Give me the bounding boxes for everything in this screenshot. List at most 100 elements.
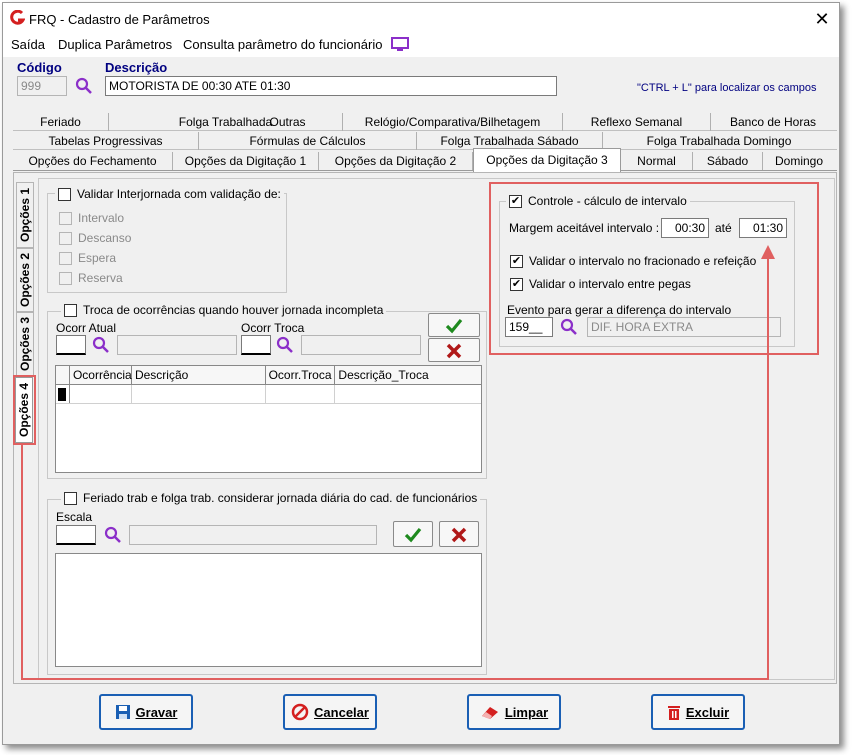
close-button[interactable]: ✕ xyxy=(809,7,835,31)
margem-from-input[interactable]: 00:30 xyxy=(661,218,709,238)
controle-label: Controle - cálculo de intervalo xyxy=(528,194,687,208)
descanso-checkbox[interactable] xyxy=(59,231,72,245)
opt-fracionado[interactable]: ✔ Validar o intervalo no fracionado e ref… xyxy=(510,254,756,268)
tab-folga-domingo[interactable]: Folga Trabalhada Domingo xyxy=(603,132,835,150)
tab-normal[interactable]: Normal xyxy=(621,152,693,170)
grid-header: Ocorrência Descrição Ocorr.Troca Descriç… xyxy=(56,366,481,385)
controle-checkbox[interactable]: ✔ xyxy=(509,194,522,208)
evento-code-input[interactable]: 159__ xyxy=(505,317,553,337)
entre-pegas-checkbox[interactable]: ✔ xyxy=(510,277,523,291)
troca-checkbox[interactable] xyxy=(64,303,77,317)
search-icon[interactable] xyxy=(92,336,110,354)
opt-entre-pegas[interactable]: ✔ Validar o intervalo entre pegas xyxy=(510,277,691,291)
escala-desc xyxy=(129,525,377,545)
codigo-label: Código xyxy=(17,60,62,75)
tab-row-3: Opções do Fechamento Opções da Digitação… xyxy=(13,148,837,172)
ocorr-atual-input[interactable] xyxy=(56,335,86,355)
ocorr-troca-desc xyxy=(301,335,421,355)
tab-opcoes-digitacao-3[interactable]: Opções da Digitação 3 xyxy=(473,148,621,172)
col-descricao[interactable]: Descrição xyxy=(132,366,266,384)
search-icon[interactable] xyxy=(75,77,93,95)
escala-delete-button[interactable] xyxy=(439,521,479,547)
tab-opcoes-digitacao-2[interactable]: Opções da Digitação 2 xyxy=(319,152,473,170)
tab-formulas-calculos[interactable]: Fórmulas de Cálculos xyxy=(199,132,417,150)
search-icon[interactable] xyxy=(276,336,294,354)
codigo-input[interactable]: 999 xyxy=(17,76,67,96)
menu-consulta[interactable]: Consulta parâmetro do funcionário xyxy=(183,37,382,52)
tab-opcoes-digitacao-1[interactable]: Opções da Digitação 1 xyxy=(173,152,319,170)
tab-outras[interactable]: Outras xyxy=(233,113,343,131)
tab-domingo[interactable]: Domingo xyxy=(763,152,835,170)
col-ocorr-troca[interactable]: Ocorr.Troca xyxy=(266,366,336,384)
tab-feriado[interactable]: Feriado xyxy=(13,113,109,131)
search-icon[interactable] xyxy=(104,526,122,544)
tab-tabelas-progressivas[interactable]: Tabelas Progressivas xyxy=(13,132,199,150)
opt-espera[interactable]: Espera xyxy=(59,251,116,265)
app-logo-icon xyxy=(10,10,25,25)
excluir-button[interactable]: Excluir xyxy=(651,694,745,730)
tab-opcoes-fechamento[interactable]: Opções do Fechamento xyxy=(13,152,173,170)
tab-sabado[interactable]: Sábado xyxy=(693,152,763,170)
window-title: FRQ - Cadastro de Parâmetros xyxy=(29,12,210,27)
feriado-label: Feriado trab e folga trab. considerar jo… xyxy=(83,491,478,505)
cancelar-button[interactable]: Cancelar xyxy=(283,694,377,730)
interjornada-header: Validar Interjornada com validação de: xyxy=(55,187,284,201)
x-icon xyxy=(446,343,462,359)
troca-label: Troca de ocorrências quando houver jorna… xyxy=(83,303,384,317)
tab-row-2: Tabelas Progressivas Fórmulas de Cálculo… xyxy=(13,132,837,150)
controle-header: ✔ Controle - cálculo de intervalo xyxy=(506,194,690,208)
interjornada-checkbox[interactable] xyxy=(58,187,71,201)
ocorr-troca-label: Ocorr Troca xyxy=(241,321,305,335)
ocorr-troca-input[interactable] xyxy=(241,335,271,355)
cancel-icon xyxy=(291,703,309,721)
confirm-button[interactable] xyxy=(428,313,480,337)
escala-label: Escala xyxy=(56,510,93,524)
feriado-header: Feriado trab e folga trab. considerar jo… xyxy=(61,491,481,505)
col-ocorrencia[interactable]: Ocorrência xyxy=(70,366,132,384)
tab-relogio[interactable]: Relógio/Comparativa/Bilhetagem xyxy=(343,113,563,131)
ocorr-atual-label: Ocorr Atual xyxy=(56,321,117,335)
opt-intervalo[interactable]: Intervalo xyxy=(59,211,124,225)
escala-list[interactable] xyxy=(55,553,482,667)
escala-confirm-button[interactable] xyxy=(393,521,433,547)
interjornada-label: Validar Interjornada com validação de: xyxy=(77,187,281,201)
opt-descanso[interactable]: Descanso xyxy=(59,231,131,245)
fracionado-checkbox[interactable]: ✔ xyxy=(510,254,523,268)
margem-to-input[interactable]: 01:30 xyxy=(739,218,787,238)
col-descricao-troca[interactable]: Descrição_Troca xyxy=(335,366,481,384)
troca-grid[interactable]: Ocorrência Descrição Ocorr.Troca Descriç… xyxy=(55,365,482,473)
menu-saida[interactable]: Saída xyxy=(11,37,45,52)
eraser-icon xyxy=(481,707,498,719)
feriado-checkbox[interactable] xyxy=(64,491,77,505)
x-icon xyxy=(451,527,467,543)
tab-row-1: Feriado Folga Trabalhada Outras Relógio/… xyxy=(13,113,837,131)
check-icon xyxy=(404,527,422,543)
main-window: FRQ - Cadastro de Parâmetros ✕ Saída Dup… xyxy=(2,2,840,745)
highlight-side-tab xyxy=(13,375,36,445)
descricao-label: Descrição xyxy=(105,60,168,75)
side-tab-opcoes-2[interactable]: Opções 2 xyxy=(16,248,34,312)
monitor-icon[interactable] xyxy=(391,37,409,53)
ocorr-atual-desc xyxy=(117,335,237,355)
menu-duplica[interactable]: Duplica Parâmetros xyxy=(58,37,172,52)
limpar-button[interactable]: Limpar xyxy=(467,694,561,730)
espera-checkbox[interactable] xyxy=(59,251,72,265)
evento-desc: DIF. HORA EXTRA xyxy=(587,317,781,337)
descricao-input[interactable]: MOTORISTA DE 00:30 ATE 01:30 xyxy=(105,76,557,96)
table-row[interactable] xyxy=(56,385,481,404)
reserva-checkbox[interactable] xyxy=(59,271,72,285)
check-icon xyxy=(445,318,463,334)
margem-label: Margem aceitável intervalo : xyxy=(509,221,660,235)
intervalo-checkbox[interactable] xyxy=(59,211,72,225)
tab-banco-horas[interactable]: Banco de Horas xyxy=(711,113,835,131)
ctrl-l-hint: "CTRL + L" para localizar os campos xyxy=(637,82,817,94)
search-icon[interactable] xyxy=(560,318,578,336)
opt-reserva[interactable]: Reserva xyxy=(59,271,123,285)
delete-button[interactable] xyxy=(428,338,480,362)
tab-reflexo-semanal[interactable]: Reflexo Semanal xyxy=(563,113,711,131)
escala-input[interactable] xyxy=(56,525,96,545)
trash-icon xyxy=(667,706,680,720)
side-tab-opcoes-1[interactable]: Opções 1 xyxy=(16,182,34,248)
gravar-button[interactable]: Gravar xyxy=(99,694,193,730)
side-tab-opcoes-3[interactable]: Opções 3 xyxy=(16,312,34,376)
